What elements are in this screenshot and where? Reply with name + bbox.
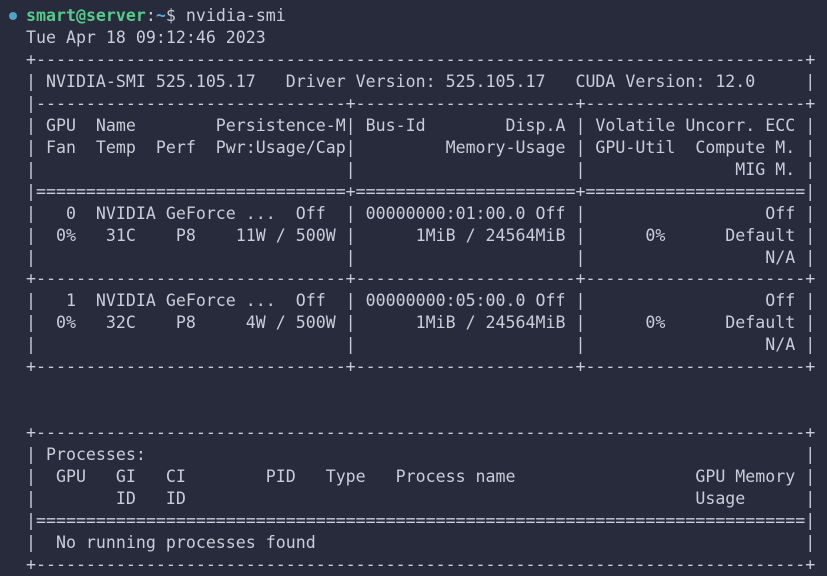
prompt-user-host: smart@server: [26, 6, 146, 25]
output-line: | No running processes found |: [16, 532, 816, 552]
output-line: |=======================================…: [16, 510, 816, 530]
output-line: |-------------------------------+-------…: [16, 93, 816, 113]
output-line: +---------------------------------------…: [16, 554, 816, 574]
output-line: | | | N/A |: [16, 247, 816, 267]
prompt-symbol: $: [165, 6, 176, 25]
terminal-window[interactable]: smart@server:~$ nvidia-smi Tue Apr 18 09…: [0, 0, 827, 574]
output-line: +-------------------------------+-------…: [16, 269, 816, 289]
output-line: +---------------------------------------…: [16, 423, 816, 443]
command-text: nvidia-smi: [175, 6, 286, 25]
output-line: +---------------------------------------…: [16, 49, 816, 69]
output-line: | | | N/A |: [16, 335, 816, 355]
status-dot-icon: [9, 12, 17, 20]
output-line: | GPU Name Persistence-M| Bus-Id Disp.A …: [16, 115, 816, 135]
output-line: Tue Apr 18 09:12:46 2023: [16, 28, 266, 47]
output-line: |===============================+=======…: [16, 181, 816, 201]
output-line: | Processes: |: [16, 445, 816, 465]
output-line: | 0% 32C P8 4W / 500W | 1MiB / 24564MiB …: [16, 313, 816, 333]
output-line: | | | MIG M. |: [16, 159, 816, 179]
output-line: | 0% 31C P8 11W / 500W | 1MiB / 24564MiB…: [16, 225, 816, 245]
output-line: +-------------------------------+-------…: [16, 357, 816, 377]
prompt-path: ~: [155, 6, 166, 25]
output-line: | 0 NVIDIA GeForce ... Off | 00000000:01…: [16, 203, 816, 223]
output-line: | ID ID Usage |: [16, 488, 816, 508]
output-line: | 1 NVIDIA GeForce ... Off | 00000000:05…: [16, 291, 816, 311]
output-line: | Fan Temp Perf Pwr:Usage/Cap| Memory-Us…: [16, 137, 816, 157]
output-line: | NVIDIA-SMI 525.105.17 Driver Version: …: [16, 71, 816, 91]
prompt-line: smart@server:~$ nvidia-smi: [26, 5, 286, 27]
prompt-separator: :: [145, 6, 156, 25]
output-line: | GPU GI CI PID Type Process name GPU Me…: [16, 467, 816, 486]
